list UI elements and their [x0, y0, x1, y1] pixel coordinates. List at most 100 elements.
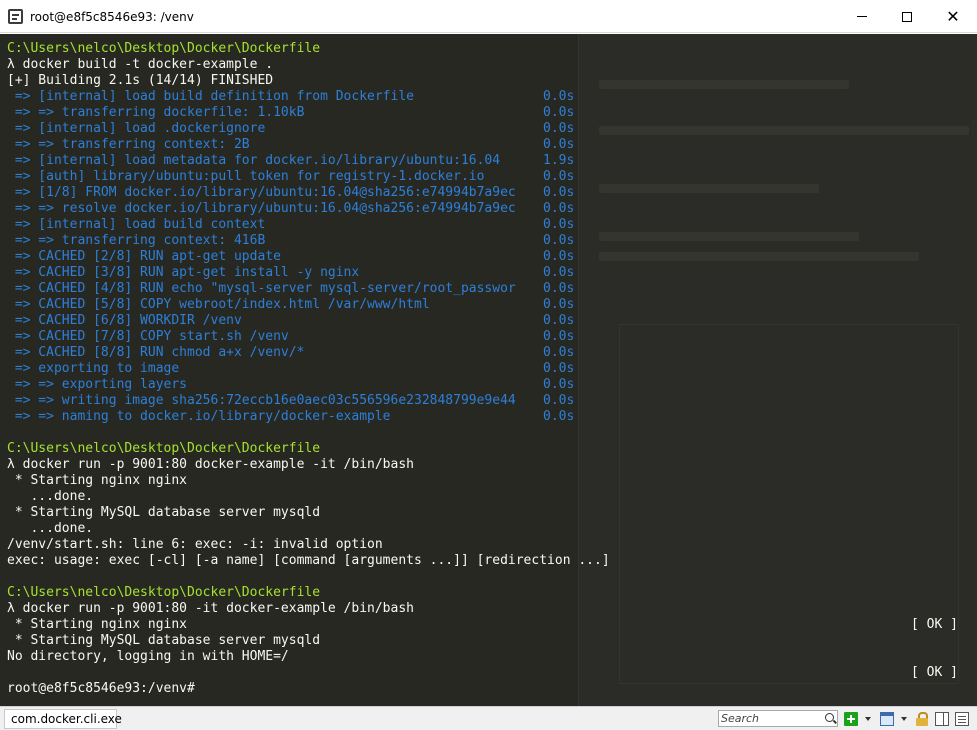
terminal-line: => [auth] library/ubuntu:pull token for …: [7, 169, 610, 185]
chevron-down-icon[interactable]: [865, 717, 871, 721]
terminal-line-text: => [internal] load build definition from…: [7, 89, 414, 104]
terminal-line: => CACHED [6/8] WORKDIR /venv 0.0s: [7, 313, 610, 329]
terminal-line-text: * Starting MySQL database server mysqld: [7, 633, 321, 648]
terminal-line-text: => CACHED [3/8] RUN apt-get install -y n…: [7, 265, 360, 280]
step-duration: 0.0s: [543, 409, 575, 424]
terminal-line: /venv/start.sh: line 6: exec: -i: invali…: [7, 537, 610, 553]
step-duration: 0.0s: [543, 137, 575, 152]
search-icon[interactable]: [825, 713, 834, 722]
step-duration: 0.0s: [543, 185, 575, 200]
terminal-line-text: => [internal] load .dockerignore: [7, 121, 266, 136]
terminal-line-text: => CACHED [5/8] COPY webroot/index.html …: [7, 297, 430, 312]
terminal-line: => => transferring context: 416B 0.0s: [7, 233, 610, 249]
lock-icon[interactable]: [915, 712, 929, 726]
terminal-line: * Starting nginx nginx: [7, 473, 610, 489]
ghost-line: [599, 80, 849, 89]
terminal-line: root@e8f5c8546e93:/venv#: [7, 681, 610, 697]
terminal-line: C:\Users\nelco\Desktop\Docker\Dockerfile: [7, 585, 610, 601]
terminal-line: => CACHED [7/8] COPY start.sh /venv 0.0s: [7, 329, 610, 345]
step-duration: 0.0s: [543, 233, 575, 248]
window-icon[interactable]: [880, 712, 894, 726]
step-duration: 0.0s: [543, 297, 575, 312]
search-box[interactable]: [718, 710, 838, 727]
list-icon[interactable]: [955, 712, 969, 726]
ok-status: [ OK ]: [911, 617, 958, 632]
new-console-icon[interactable]: [844, 712, 858, 726]
terminal-line: => CACHED [2/8] RUN apt-get update 0.0s: [7, 249, 610, 265]
maximize-button[interactable]: [884, 0, 930, 33]
terminal-line: => => transferring context: 2B 0.0s: [7, 137, 610, 153]
terminal-line: λ docker run -p 9001:80 -it docker-examp…: [7, 601, 610, 617]
status-bar: com.docker.cli.exe: [0, 706, 977, 730]
terminal-line-text: => CACHED [8/8] RUN chmod a+x /venv/*: [7, 345, 305, 360]
ghost-line: [599, 232, 859, 241]
terminal-line: => [internal] load metadata for docker.i…: [7, 153, 610, 169]
ghost-line: [599, 126, 969, 135]
terminal-area[interactable]: C:\Users\nelco\Desktop\Docker\Dockerfile…: [0, 34, 977, 706]
terminal-line-text: λ docker run -p 9001:80 docker-example -…: [7, 457, 414, 472]
terminal-line-text: => => naming to docker.io/library/docker…: [7, 409, 391, 424]
step-duration: 0.0s: [543, 121, 575, 136]
terminal-scrollbar[interactable]: [972, 34, 977, 706]
step-duration: 0.0s: [543, 105, 575, 120]
maximize-icon: [902, 11, 912, 22]
ghost-line: [599, 252, 919, 261]
terminal-line: => exporting to image 0.0s: [7, 361, 610, 377]
terminal-line: => CACHED [5/8] COPY webroot/index.html …: [7, 297, 610, 313]
step-duration: 0.0s: [543, 249, 575, 264]
step-duration: 0.0s: [543, 281, 575, 296]
panel-icon[interactable]: [935, 712, 949, 726]
terminal-line-text: No directory, logging in with HOME=/: [7, 649, 289, 664]
minimize-icon: [857, 16, 867, 17]
terminal-line-text: C:\Users\nelco\Desktop\Docker\Dockerfile: [7, 585, 321, 600]
terminal-line: => [internal] load .dockerignore 0.0s: [7, 121, 610, 137]
minimize-button[interactable]: [839, 0, 885, 33]
title-bar: root@e8f5c8546e93: /venv ✕: [0, 0, 977, 33]
terminal-line-text: root@e8f5c8546e93:/venv#: [7, 681, 195, 696]
terminal-line-text: * Starting MySQL database server mysqld: [7, 505, 321, 520]
terminal-line-text: => [1/8] FROM docker.io/library/ubuntu:1…: [7, 185, 516, 200]
terminal-line-text: => => transferring context: 2B: [7, 137, 250, 152]
terminal-line: => => transferring dockerfile: 1.10kB 0.0…: [7, 105, 610, 121]
terminal-line: => CACHED [4/8] RUN echo "mysql-server m…: [7, 281, 610, 297]
terminal-line: => [1/8] FROM docker.io/library/ubuntu:1…: [7, 185, 610, 201]
step-duration: 0.0s: [543, 89, 575, 104]
terminal-output: C:\Users\nelco\Desktop\Docker\Dockerfile…: [7, 41, 958, 697]
terminal-line: [ OK ]: [7, 665, 958, 681]
ghost-panel: [619, 324, 959, 684]
ok-status: [ OK ]: [911, 665, 958, 680]
terminal-line-text: => => exporting layers: [7, 377, 188, 392]
terminal-line-text: * Starting nginx nginx: [7, 617, 188, 632]
terminal-line-text: C:\Users\nelco\Desktop\Docker\Dockerfile: [7, 41, 321, 56]
terminal-line: => CACHED [3/8] RUN apt-get install -y n…: [7, 265, 610, 281]
console-tab[interactable]: com.docker.cli.exe: [4, 709, 122, 729]
terminal-line-text: => [internal] load build context: [7, 217, 266, 232]
terminal-line: λ docker run -p 9001:80 docker-example -…: [7, 457, 610, 473]
terminal-line: * Starting MySQL database server mysqld: [7, 505, 610, 521]
terminal-line-text: => CACHED [2/8] RUN apt-get update: [7, 249, 281, 264]
search-input[interactable]: [721, 711, 821, 726]
step-duration: 0.0s: [543, 393, 575, 408]
close-button[interactable]: ✕: [930, 0, 976, 33]
terminal-line-text: => => transferring dockerfile: 1.10kB: [7, 105, 305, 120]
terminal-line-text: C:\Users\nelco\Desktop\Docker\Dockerfile: [7, 441, 321, 456]
terminal-line-text: => => resolve docker.io/library/ubuntu:1…: [7, 201, 516, 216]
step-duration: 0.0s: [543, 345, 575, 360]
terminal-line: => => exporting layers 0.0s: [7, 377, 610, 393]
terminal-line-text: /venv/start.sh: line 6: exec: -i: invali…: [7, 537, 383, 552]
console-app-icon[interactable]: [8, 9, 23, 24]
terminal-line-text: λ docker build -t docker-example .: [7, 57, 274, 72]
window-title: root@e8f5c8546e93: /venv: [30, 10, 194, 24]
close-icon: ✕: [946, 6, 960, 26]
terminal-line-text: exec: usage: exec [-cl] [-a name] [comma…: [7, 553, 610, 568]
terminal-line-text: => CACHED [4/8] RUN echo "mysql-server m…: [7, 281, 516, 296]
ghost-line: [599, 184, 819, 193]
terminal-line: λ docker build -t docker-example .: [7, 57, 610, 73]
terminal-line-text: => CACHED [6/8] WORKDIR /venv: [7, 313, 242, 328]
terminal-line-text: ...done.: [7, 489, 94, 504]
terminal-line: C:\Users\nelco\Desktop\Docker\Dockerfile: [7, 41, 610, 57]
terminal-line: ...done.: [7, 521, 610, 537]
chevron-down-icon[interactable]: [901, 717, 907, 721]
